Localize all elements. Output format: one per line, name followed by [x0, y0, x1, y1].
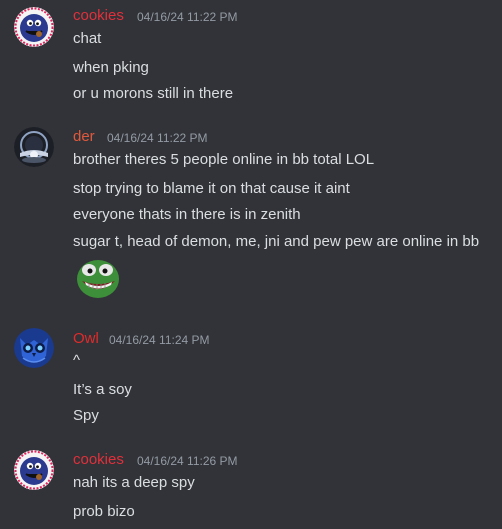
timestamp[interactable]: 04/16/24 11:26 PM [137, 453, 238, 469]
message-text: stop trying to blame it on that cause it… [73, 180, 350, 197]
pepe-grin-emoji[interactable] [75, 257, 121, 301]
message-text: when pking [73, 59, 149, 76]
blue-owl-avatar[interactable] [14, 328, 54, 368]
message-text: ^ [73, 352, 81, 369]
username[interactable]: cookies [73, 451, 124, 469]
message-text: Spy [73, 407, 99, 424]
timestamp[interactable]: 04/16/24 11:22 PM [107, 130, 208, 146]
username[interactable]: der [73, 128, 95, 146]
message-text: chat [73, 30, 102, 47]
message-text: prob bizo [73, 503, 135, 520]
timestamp[interactable]: 04/16/24 11:24 PM [109, 332, 210, 348]
username[interactable]: Owl [73, 330, 99, 348]
username[interactable]: cookies [73, 7, 124, 25]
message-text: nah its a deep spy [73, 474, 195, 491]
message-text: sugar t, head of demon, me, jni and pew … [73, 233, 480, 250]
cookie-monster-avatar[interactable] [14, 450, 54, 490]
moon-orb-avatar[interactable] [14, 127, 54, 167]
cookie-monster-avatar[interactable] [14, 7, 54, 47]
message-text: brother theres 5 people online in bb tot… [73, 151, 375, 168]
message-text: everyone thats in there is in zenith [73, 206, 301, 223]
message-text: It’s a soy [73, 381, 132, 398]
message-text: or u morons still in there [73, 85, 234, 102]
timestamp[interactable]: 04/16/24 11:22 PM [137, 9, 238, 25]
